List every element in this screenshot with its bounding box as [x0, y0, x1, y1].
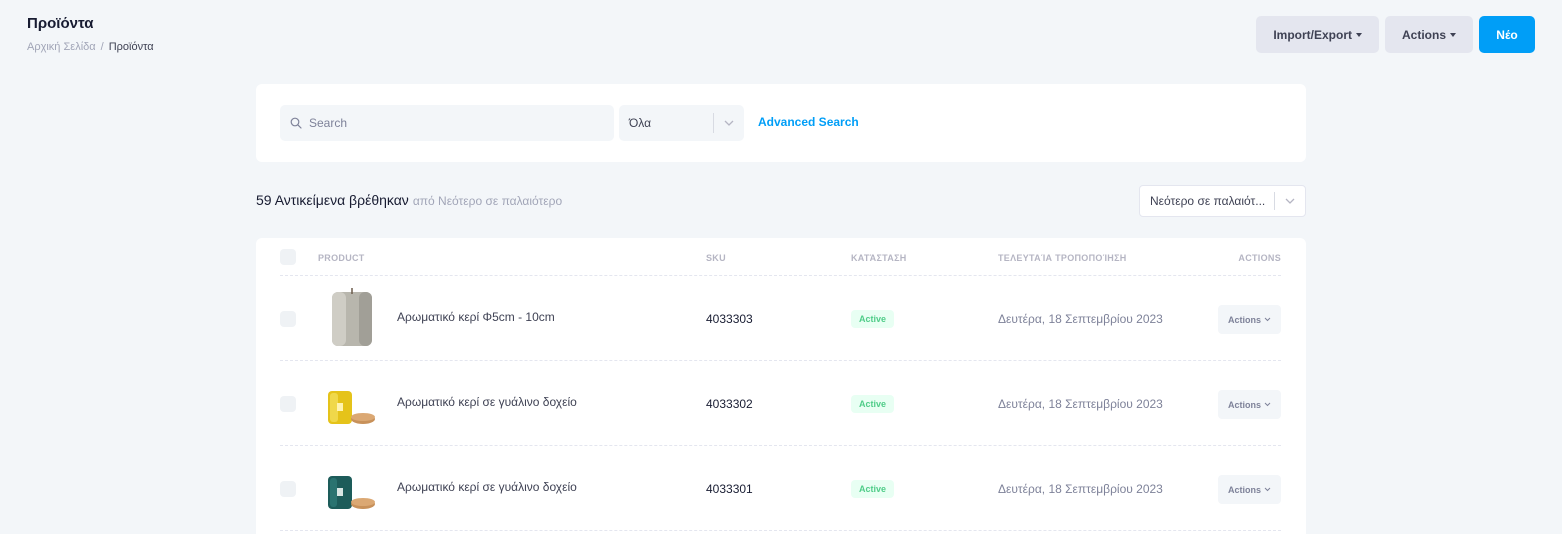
column-header-product[interactable]: PRODUCT	[318, 253, 365, 263]
status-badge: Active	[851, 480, 895, 498]
column-header-sku[interactable]: SKU	[706, 253, 726, 263]
row-actions-button[interactable]: Actions	[1218, 305, 1281, 334]
row-actions-button[interactable]: Actions	[1218, 390, 1281, 419]
search-card: Όλα Advanced Search	[256, 84, 1306, 162]
caret-down-icon	[1450, 32, 1456, 37]
row-actions-label: Actions	[1227, 314, 1261, 325]
status-badge: Active	[851, 310, 895, 328]
column-header-actions: ACTIONS	[1238, 253, 1281, 263]
header-toolbar: Import/Export Actions Νέο	[1256, 16, 1535, 53]
advanced-search-link[interactable]: Advanced Search	[758, 115, 859, 129]
results-count: 59 Αντικείμενα βρέθηκαν	[256, 192, 409, 208]
import-export-label: Import/Export	[1273, 27, 1352, 42]
search-box	[280, 105, 614, 141]
caret-down-icon	[1355, 32, 1362, 37]
table-row[interactable]: Αρωματικό κερί σε γυάλινο δοχείο 4033301…	[280, 446, 1281, 531]
product-name-link[interactable]: Αρωματικό κερί σε γυάλινο δοχείο	[397, 395, 577, 409]
breadcrumb: Αρχική Σελίδα / Προϊόντα	[27, 41, 154, 53]
products-table: PRODUCT SKU ΚΑΤΆΣΤΑΣΗ ΤΕΛΕΥΤΑΊΑ ΤΡΟΠΟΠΟΊ…	[256, 238, 1306, 534]
modified-date: Δευτέρα, 18 Σεπτεμβρίου 2023	[998, 482, 1163, 496]
status-filter-select[interactable]: Όλα	[619, 105, 744, 141]
sort-select[interactable]: Νεότερο σε παλαιότ...	[1139, 185, 1306, 217]
select-all-checkbox[interactable]	[280, 249, 296, 265]
import-export-button[interactable]: Import/Export	[1256, 16, 1379, 53]
column-header-modified[interactable]: ΤΕΛΕΥΤΑΊΑ ΤΡΟΠΟΠΟΊΗΣΗ	[998, 253, 1127, 263]
product-name-link[interactable]: Αρωματικό κερί Φ5cm - 10cm	[397, 310, 555, 324]
modified-date: Δευτέρα, 18 Σεπτεμβρίου 2023	[998, 312, 1163, 326]
breadcrumb-current: Προϊόντα	[108, 41, 154, 53]
row-actions-label: Actions	[1227, 399, 1261, 410]
actions-button[interactable]: Actions	[1384, 16, 1473, 53]
status-badge: Active	[851, 395, 895, 413]
product-sku: 4033301	[706, 482, 753, 496]
new-button[interactable]: Νέο	[1479, 16, 1535, 53]
table-header: PRODUCT SKU ΚΑΤΆΣΤΑΣΗ ΤΕΛΕΥΤΑΊΑ ΤΡΟΠΟΠΟΊ…	[280, 238, 1281, 276]
sort-select-value: Νεότερο σε παλαιότ...	[1150, 194, 1266, 208]
breadcrumb-home-link[interactable]: Αρχική Σελίδα	[27, 41, 96, 53]
search-input[interactable]	[309, 116, 599, 130]
row-checkbox[interactable]	[280, 481, 296, 497]
page-title: Προϊόντα	[27, 15, 94, 32]
product-name-link[interactable]: Αρωματικό κερί σε γυάλινο δοχείο	[397, 480, 577, 494]
breadcrumb-separator: /	[100, 41, 104, 53]
product-thumbnail-candle-jar-teal	[328, 476, 375, 509]
modified-date: Δευτέρα, 18 Σεπτεμβρίου 2023	[998, 397, 1163, 411]
results-summary: 59 Αντικείμενα βρέθηκαν από Νεότερο σε πα…	[256, 192, 562, 208]
row-checkbox[interactable]	[280, 396, 296, 412]
product-sku: 4033303	[706, 312, 753, 326]
product-sku: 4033302	[706, 397, 753, 411]
chevron-down-icon	[1275, 198, 1305, 204]
results-sort-description: από Νεότερο σε παλαιότερο	[412, 194, 563, 208]
row-actions-button[interactable]: Actions	[1218, 475, 1281, 504]
chevron-down-icon	[1264, 402, 1271, 407]
row-actions-label: Actions	[1227, 484, 1261, 495]
product-thumbnail-candle-jar-yellow	[328, 391, 375, 424]
chevron-down-icon	[1264, 487, 1271, 492]
status-filter-value: Όλα	[629, 116, 652, 130]
product-thumbnail-candle	[332, 288, 372, 346]
column-header-status[interactable]: ΚΑΤΆΣΤΑΣΗ	[851, 253, 907, 263]
chevron-down-icon	[1264, 317, 1271, 322]
chevron-down-icon	[714, 120, 744, 126]
actions-label: Actions	[1401, 27, 1446, 42]
table-row[interactable]: Αρωματικό κερί Φ5cm - 10cm 4033303 Activ…	[280, 276, 1281, 361]
row-checkbox[interactable]	[280, 311, 296, 327]
search-icon	[290, 117, 302, 129]
table-row[interactable]: Αρωματικό κερί σε γυάλινο δοχείο 4033302…	[280, 361, 1281, 446]
